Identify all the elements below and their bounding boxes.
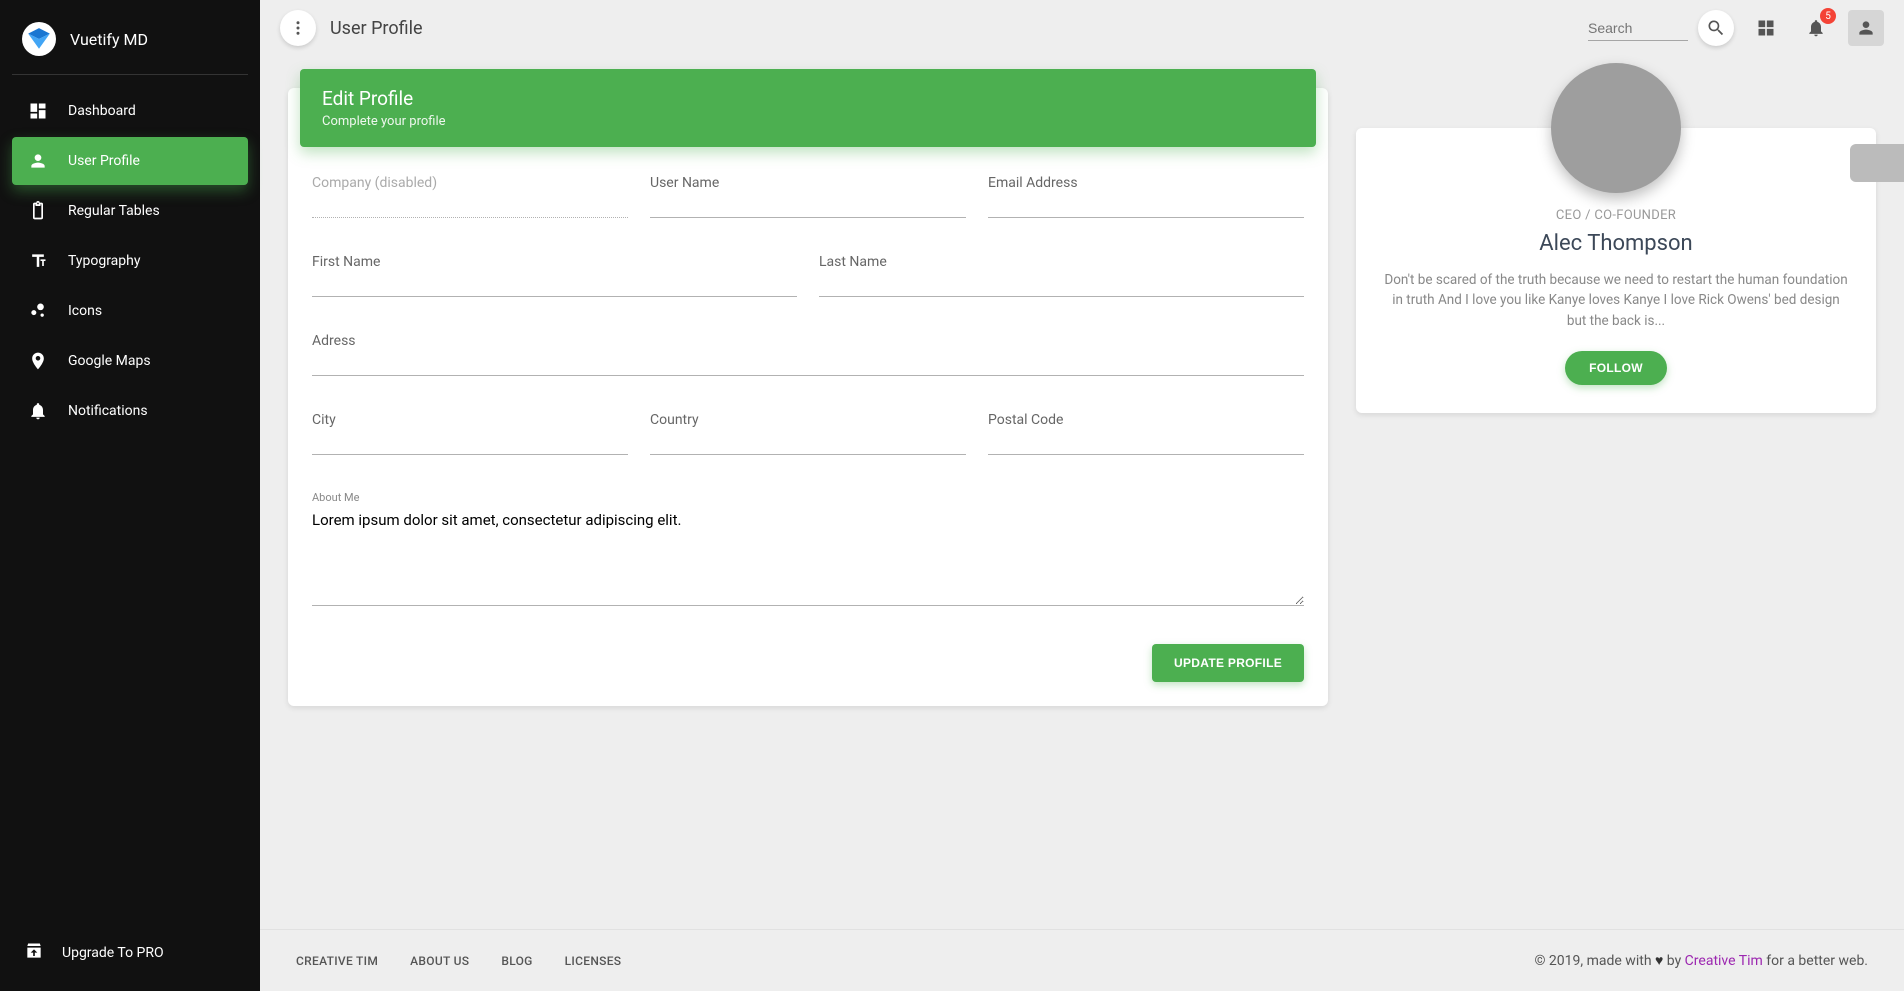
input-about[interactable] — [312, 506, 1304, 606]
clipboard-icon — [28, 201, 48, 221]
bell-icon — [28, 401, 48, 421]
field-city: City — [312, 412, 628, 455]
profile-role: CEO / CO-FOUNDER — [1384, 208, 1848, 223]
footer: CREATIVE TIM ABOUT US BLOG LICENSES © 20… — [260, 929, 1904, 991]
sidebar-item-label: Typography — [68, 253, 140, 269]
input-city[interactable] — [312, 430, 628, 455]
settings-tab[interactable] — [1850, 144, 1904, 182]
page-title: User Profile — [330, 18, 423, 39]
sidebar-item-icons[interactable]: Icons — [12, 287, 248, 335]
label-username: User Name — [650, 175, 966, 191]
footer-link-blog[interactable]: BLOG — [501, 954, 532, 968]
input-company — [312, 193, 628, 218]
location-icon — [28, 351, 48, 371]
apps-button[interactable] — [1748, 10, 1784, 46]
card-title: Edit Profile — [322, 87, 1294, 110]
app-header: User Profile 5 — [260, 0, 1904, 56]
input-email[interactable] — [988, 193, 1304, 218]
footer-copyright: © 2019, made with ♥ by Creative Tim for … — [1534, 952, 1868, 969]
typography-icon — [28, 251, 48, 271]
field-email: Email Address — [988, 175, 1304, 218]
sidebar-item-label: Dashboard — [68, 103, 136, 119]
copyright-by: by — [1663, 953, 1684, 969]
dashboard-icon — [28, 101, 48, 121]
input-postal[interactable] — [988, 430, 1304, 455]
sidebar: Vuetify MD Dashboard User Profile Regula… — [0, 0, 260, 991]
brand-title: Vuetify MD — [70, 30, 148, 49]
notifications-button[interactable]: 5 — [1798, 10, 1834, 46]
sidebar-nav: Dashboard User Profile Regular Tables Ty… — [12, 87, 248, 927]
profile-bio: Don't be scared of the truth because we … — [1384, 270, 1848, 331]
label-country: Country — [650, 412, 966, 428]
input-username[interactable] — [650, 193, 966, 218]
sidebar-item-notifications[interactable]: Notifications — [12, 387, 248, 435]
sidebar-item-dashboard[interactable]: Dashboard — [12, 87, 248, 135]
label-city: City — [312, 412, 628, 428]
label-email: Email Address — [988, 175, 1304, 191]
notification-badge: 5 — [1820, 8, 1836, 24]
update-profile-button[interactable]: UPDATE PROFILE — [1152, 644, 1304, 682]
label-postal: Postal Code — [988, 412, 1304, 428]
brand[interactable]: Vuetify MD — [12, 12, 248, 75]
field-last-name: Last Name — [819, 254, 1304, 297]
input-address[interactable] — [312, 351, 1304, 376]
label-first-name: First Name — [312, 254, 797, 270]
field-company: Company (disabled) — [312, 175, 628, 218]
label-address: Adress — [312, 333, 1304, 349]
account-button[interactable] — [1848, 10, 1884, 46]
field-postal: Postal Code — [988, 412, 1304, 455]
sidebar-item-typography[interactable]: Typography — [12, 237, 248, 285]
profile-name: Alec Thompson — [1384, 231, 1848, 256]
footer-link-creative-tim[interactable]: CREATIVE TIM — [296, 954, 378, 968]
unarchive-icon — [24, 941, 44, 965]
apps-icon — [1756, 18, 1776, 38]
footer-link-licenses[interactable]: LICENSES — [565, 954, 622, 968]
profile-card: CEO / CO-FOUNDER Alec Thompson Don't be … — [1356, 128, 1876, 413]
follow-button[interactable]: FOLLOW — [1565, 351, 1667, 385]
search-icon — [1706, 18, 1726, 38]
sidebar-item-label: Icons — [68, 303, 102, 319]
field-about: About Me — [312, 491, 1304, 610]
edit-profile-card: Edit Profile Complete your profile Compa… — [288, 88, 1328, 706]
brand-logo-icon — [22, 22, 56, 56]
upgrade-to-pro[interactable]: Upgrade To PRO — [12, 927, 248, 979]
more-vert-icon — [289, 19, 307, 37]
bubble-chart-icon — [28, 301, 48, 321]
footer-link-about-us[interactable]: ABOUT US — [410, 954, 469, 968]
field-first-name: First Name — [312, 254, 797, 297]
sidebar-item-label: Regular Tables — [68, 203, 160, 219]
person-icon — [28, 151, 48, 171]
label-about: About Me — [312, 491, 1304, 504]
copyright-suffix: for a better web. — [1763, 953, 1868, 969]
card-header: Edit Profile Complete your profile — [300, 69, 1316, 147]
footer-links: CREATIVE TIM ABOUT US BLOG LICENSES — [296, 954, 621, 968]
label-company: Company (disabled) — [312, 175, 628, 191]
upgrade-label: Upgrade To PRO — [62, 945, 164, 961]
input-first-name[interactable] — [312, 272, 797, 297]
search-button[interactable] — [1698, 10, 1734, 46]
field-username: User Name — [650, 175, 966, 218]
avatar — [1551, 63, 1681, 193]
sidebar-item-label: Google Maps — [68, 353, 151, 369]
sidebar-item-google-maps[interactable]: Google Maps — [12, 337, 248, 385]
sidebar-item-user-profile[interactable]: User Profile — [12, 137, 248, 185]
input-last-name[interactable] — [819, 272, 1304, 297]
person-icon — [1856, 18, 1876, 38]
credit-link[interactable]: Creative Tim — [1685, 953, 1763, 969]
search — [1588, 10, 1734, 46]
sidebar-item-label: Notifications — [68, 403, 148, 419]
label-last-name: Last Name — [819, 254, 1304, 270]
input-country[interactable] — [650, 430, 966, 455]
more-menu-button[interactable] — [280, 10, 316, 46]
field-country: Country — [650, 412, 966, 455]
sidebar-item-label: User Profile — [68, 153, 140, 169]
copyright-prefix: © 2019, made with — [1534, 953, 1655, 969]
sidebar-item-regular-tables[interactable]: Regular Tables — [12, 187, 248, 235]
search-input[interactable] — [1588, 16, 1688, 41]
card-subtitle: Complete your profile — [322, 114, 1294, 129]
field-address: Adress — [312, 333, 1304, 376]
